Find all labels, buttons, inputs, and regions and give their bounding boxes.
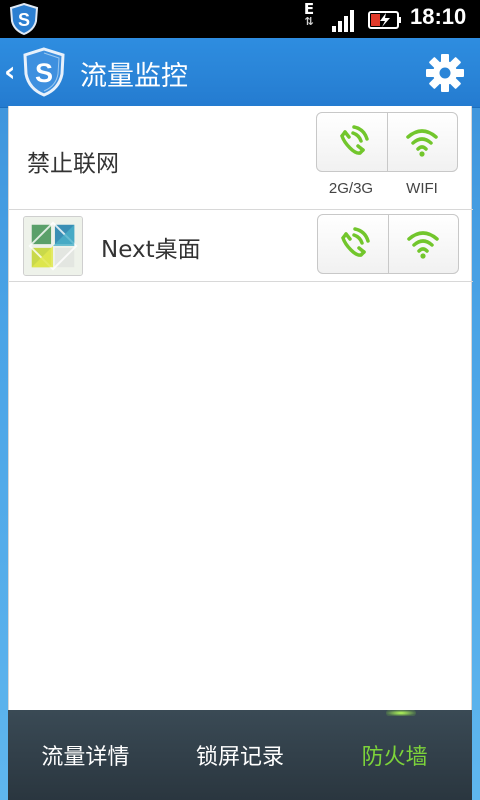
svg-text:S: S xyxy=(18,10,30,30)
wifi-icon xyxy=(407,231,439,259)
wifi-column-label: WIFI xyxy=(406,180,438,197)
mobile-data-icon xyxy=(340,227,370,257)
disable-all-wifi-toggle[interactable] xyxy=(386,113,458,171)
signal-strength-icon xyxy=(332,10,354,32)
firewall-panel: 禁止联网 2G/3G WIFI Next桌面 xyxy=(8,106,473,710)
disable-all-toggle-group xyxy=(316,112,458,172)
tab-traffic-details[interactable]: 流量详情 xyxy=(8,739,163,771)
app-wifi-toggle[interactable] xyxy=(387,215,459,273)
network-activity-icon: ⇅ xyxy=(304,15,314,28)
app-mobile-toggle[interactable] xyxy=(318,215,388,273)
active-tab-indicator xyxy=(386,710,416,716)
gear-icon[interactable] xyxy=(424,52,466,94)
app-logo-shield-icon[interactable]: S xyxy=(22,47,66,97)
wifi-icon xyxy=(406,129,438,157)
disable-network-label: 禁止联网 xyxy=(27,151,119,177)
disable-all-mobile-toggle[interactable] xyxy=(317,113,387,171)
security-shield-icon: S xyxy=(9,3,39,35)
svg-text:S: S xyxy=(35,58,53,88)
disable-network-row: 禁止联网 2G/3G WIFI xyxy=(9,106,473,210)
back-chevron-icon[interactable]: ‹ xyxy=(4,58,16,86)
network-type-label: E xyxy=(303,0,315,18)
bottom-nav: 流量详情 锁屏记录 防火墙 xyxy=(8,710,472,800)
app-name: Next桌面 xyxy=(101,237,201,263)
network-type-indicator: E ⇅ xyxy=(298,2,320,36)
tab-lockscreen-log[interactable]: 锁屏记录 xyxy=(163,739,318,771)
status-time: 18:10 xyxy=(410,4,467,29)
page-title: 流量监控 xyxy=(80,61,188,92)
status-bar: S E ⇅ 18:10 xyxy=(0,0,480,38)
app-row: Next桌面 xyxy=(9,210,473,282)
tab-firewall[interactable]: 防火墙 xyxy=(317,739,472,771)
app-toggle-group xyxy=(317,214,459,274)
next-launcher-app-icon xyxy=(23,216,83,276)
app-header: ‹ S 流量监控 xyxy=(0,38,480,108)
mobile-column-label: 2G/3G xyxy=(328,180,374,197)
mobile-data-icon xyxy=(339,125,369,155)
battery-charging-icon xyxy=(368,11,401,29)
